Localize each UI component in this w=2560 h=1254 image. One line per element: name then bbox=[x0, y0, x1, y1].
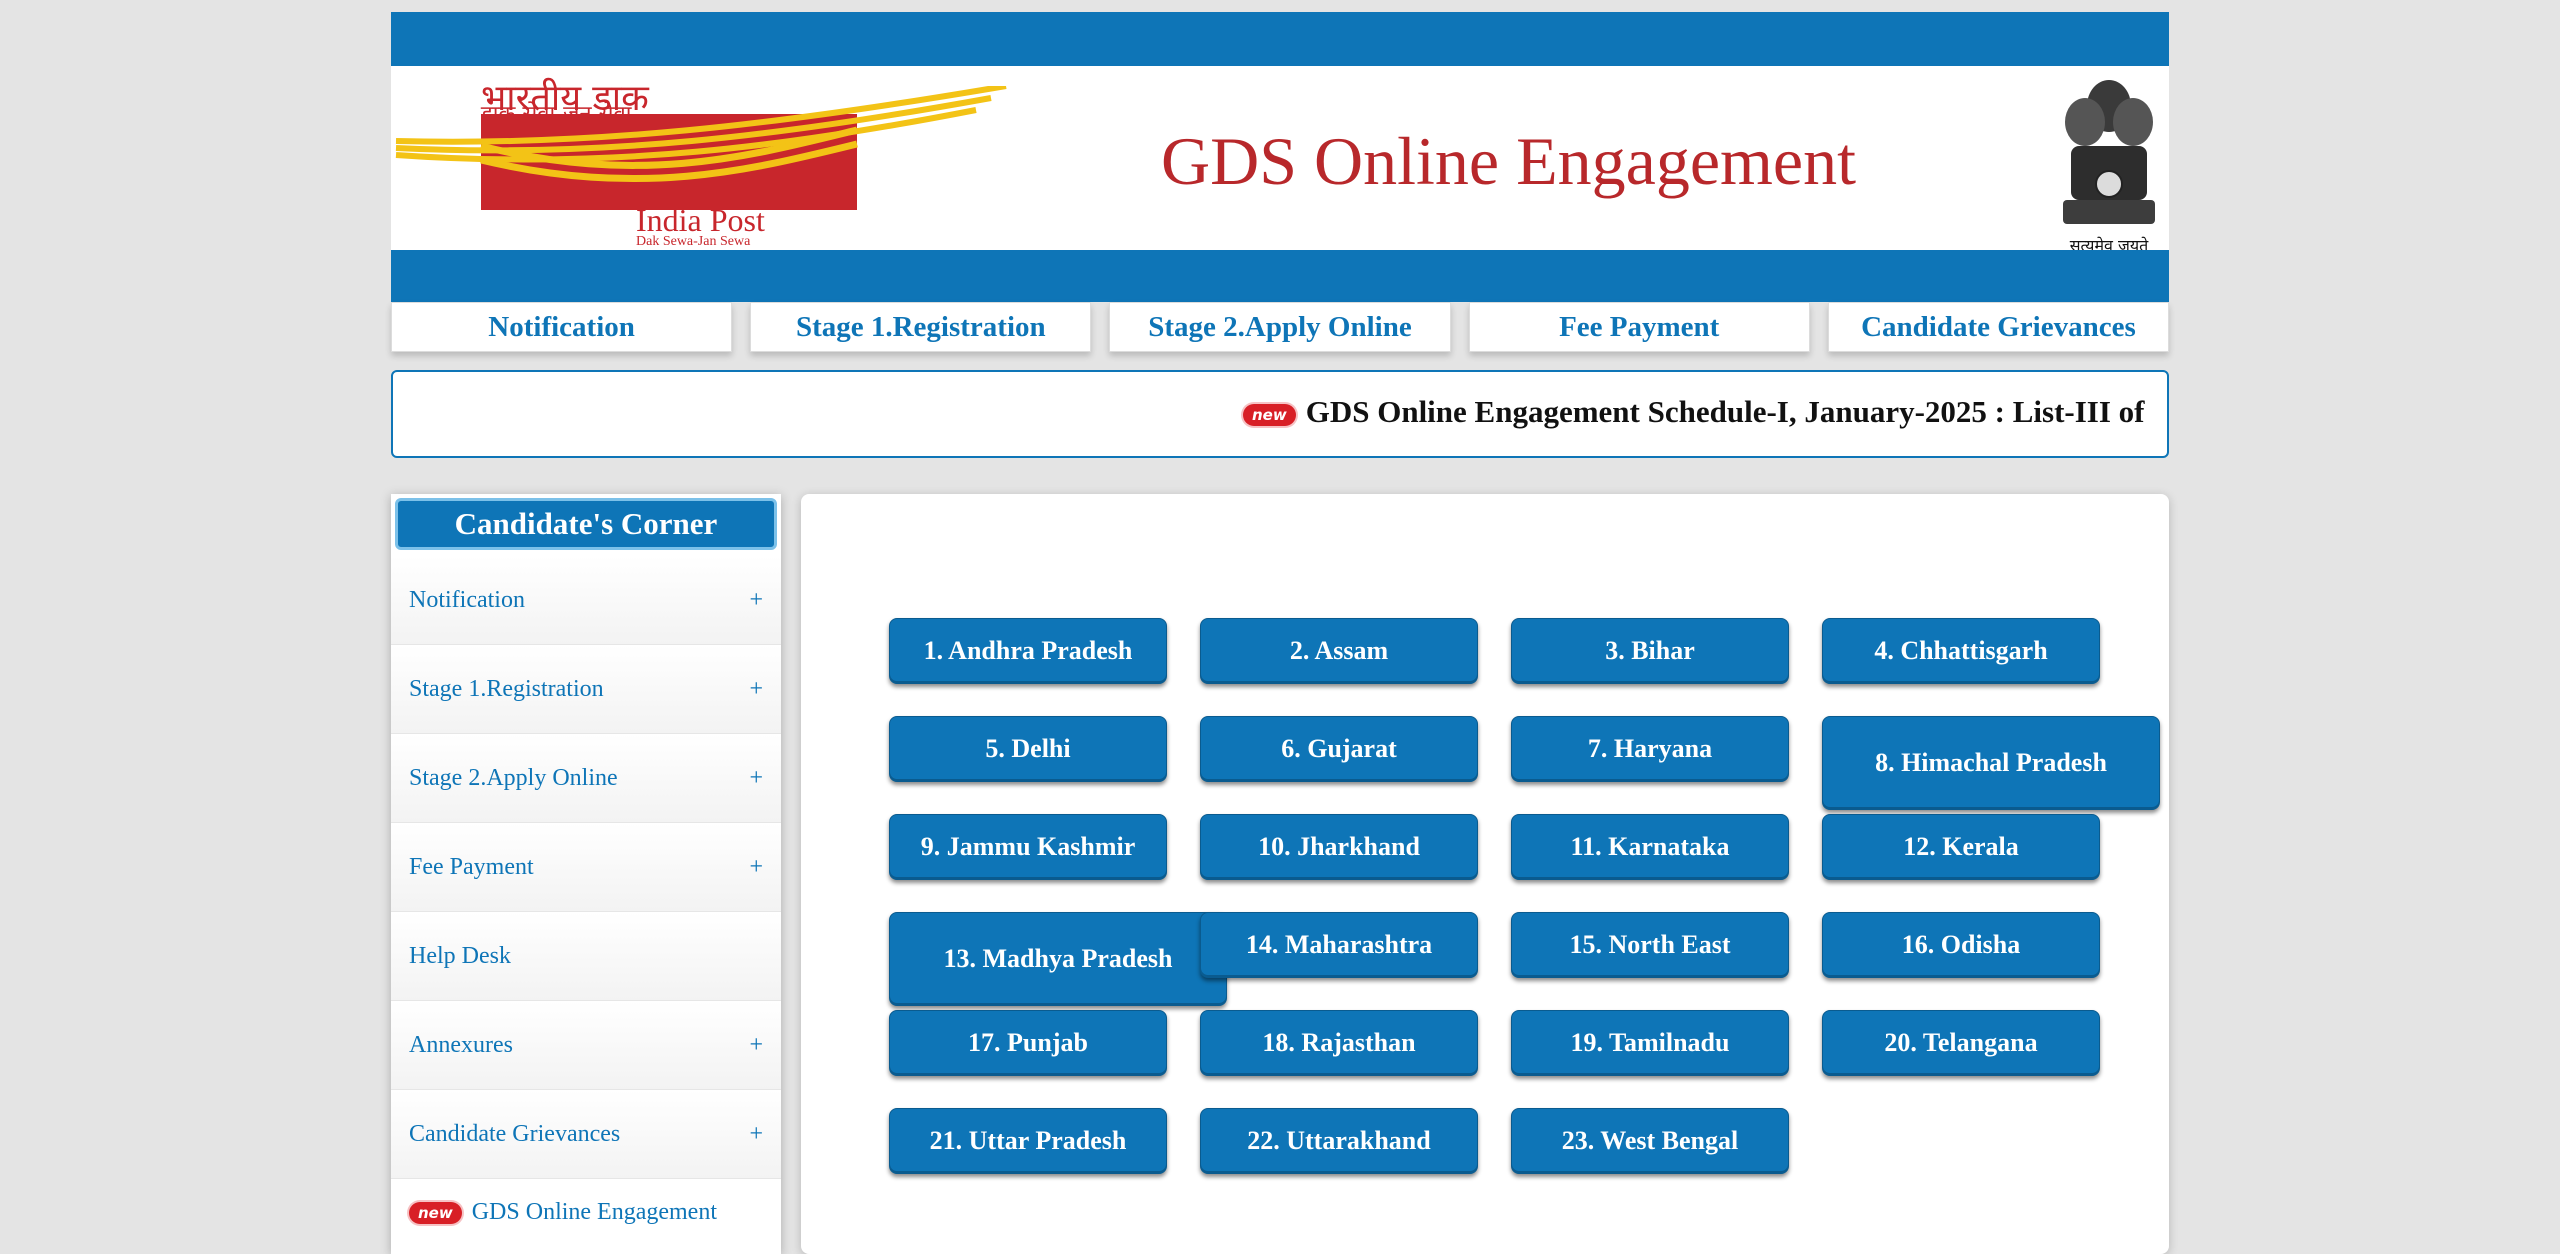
state-selection-panel: 1. Andhra Pradesh 2. Assam 3. Bihar 4. Chha… bbox=[801, 494, 2169, 1254]
sidebar-item-fee-payment[interactable]: Fee Payment + bbox=[391, 823, 781, 912]
sidebar-item-label: Fee Payment bbox=[409, 853, 534, 880]
sidebar-item-stage2-apply-online[interactable]: Stage 2.Apply Online + bbox=[391, 734, 781, 823]
state-button[interactable]: 15. North East bbox=[1511, 912, 1789, 978]
expand-plus-icon[interactable]: + bbox=[749, 587, 763, 614]
state-button[interactable]: 16. Odisha bbox=[1822, 912, 2100, 978]
header-bottom-bar bbox=[391, 250, 2169, 302]
ashoka-emblem-icon bbox=[2063, 80, 2155, 224]
sidebar-item-gds-online-engagement[interactable]: new GDS Online Engagement bbox=[391, 1179, 781, 1246]
sidebar-item-label: Candidate Grievances bbox=[409, 1120, 621, 1147]
sidebar-item-label: GDS Online Engagement bbox=[471, 1199, 718, 1225]
state-button[interactable]: 5. Delhi bbox=[889, 716, 1167, 782]
nav-stage1-registration[interactable]: Stage 1.Registration bbox=[750, 302, 1092, 352]
marquee-text[interactable]: GDS Online Engagement Schedule-I, Januar… bbox=[1306, 394, 2145, 429]
state-button[interactable]: 18. Rajasthan bbox=[1200, 1010, 1478, 1076]
state-button[interactable]: 1. Andhra Pradesh bbox=[889, 618, 1167, 684]
nav-fee-payment[interactable]: Fee Payment bbox=[1468, 302, 1810, 352]
logo-tagline: Dak Sewa-Jan Sewa bbox=[636, 234, 751, 249]
state-button[interactable]: 3. Bihar bbox=[1511, 618, 1789, 684]
state-button[interactable]: 20. Telangana bbox=[1822, 1010, 2100, 1076]
sidebar-item-notification[interactable]: Notification + bbox=[391, 556, 781, 645]
state-button[interactable]: 14. Maharashtra bbox=[1200, 912, 1478, 978]
top-navigation: Notification Stage 1.Registration Stage … bbox=[391, 302, 2170, 352]
state-button[interactable]: 8. Himachal Pradesh bbox=[1822, 716, 2160, 810]
nav-candidate-grievances[interactable]: Candidate Grievances bbox=[1827, 302, 2170, 352]
state-button[interactable]: 17. Punjab bbox=[889, 1010, 1167, 1076]
state-button[interactable]: 11. Karnataka bbox=[1511, 814, 1789, 880]
expand-plus-icon[interactable]: + bbox=[749, 1032, 763, 1059]
expand-plus-icon[interactable]: + bbox=[749, 676, 763, 703]
state-button[interactable]: 7. Haryana bbox=[1511, 716, 1789, 782]
state-button[interactable]: 13. Madhya Pradesh bbox=[889, 912, 1227, 1006]
new-badge-icon: new bbox=[1243, 403, 1296, 426]
sidebar-item-label: Stage 1.Registration bbox=[409, 675, 604, 702]
expand-plus-icon[interactable]: + bbox=[749, 1121, 763, 1148]
sidebar-item-candidate-grievances[interactable]: Candidate Grievances + bbox=[391, 1090, 781, 1179]
state-button[interactable]: 9. Jammu Kashmir bbox=[889, 814, 1167, 880]
state-button[interactable]: 21. Uttar Pradesh bbox=[889, 1108, 1167, 1174]
state-button[interactable]: 4. Chhattisgarh bbox=[1822, 618, 2100, 684]
sidebar-item-annexures[interactable]: Annexures + bbox=[391, 1001, 781, 1090]
page-title: GDS Online Engagement bbox=[1161, 123, 1856, 199]
state-button[interactable]: 22. Uttarakhand bbox=[1200, 1108, 1478, 1174]
state-button[interactable]: 19. Tamilnadu bbox=[1511, 1010, 1789, 1076]
expand-plus-icon[interactable]: + bbox=[749, 765, 763, 792]
candidates-corner-sidebar: Candidate's Corner Notification + Stage … bbox=[391, 494, 781, 1254]
header-top-bar bbox=[391, 12, 2169, 66]
sidebar-item-label: Notification bbox=[409, 586, 525, 613]
nav-notification[interactable]: Notification bbox=[391, 302, 733, 352]
sidebar-item-label: Stage 2.Apply Online bbox=[409, 764, 618, 791]
new-badge-icon: new bbox=[409, 1202, 462, 1225]
sidebar-title: Candidate's Corner bbox=[395, 498, 777, 550]
news-marquee: new GDS Online Engagement Schedule-I, Jan… bbox=[391, 370, 2169, 458]
state-button[interactable]: 2. Assam bbox=[1200, 618, 1478, 684]
sidebar-item-label: Annexures bbox=[409, 1031, 513, 1058]
site-header: भारतीय डाक डाक सेवा-जन सेवा India Post D… bbox=[391, 12, 2169, 302]
state-button[interactable]: 10. Jharkhand bbox=[1200, 814, 1478, 880]
state-button[interactable]: 6. Gujarat bbox=[1200, 716, 1478, 782]
expand-plus-icon[interactable]: + bbox=[749, 854, 763, 881]
sidebar-item-help-desk[interactable]: Help Desk bbox=[391, 912, 781, 1001]
state-button[interactable]: 12. Kerala bbox=[1822, 814, 2100, 880]
nav-stage2-apply-online[interactable]: Stage 2.Apply Online bbox=[1109, 302, 1451, 352]
marquee-content[interactable]: new GDS Online Engagement Schedule-I, Jan… bbox=[1243, 394, 2145, 430]
sidebar-item-label: Help Desk bbox=[409, 942, 511, 969]
page-container: भारतीय डाक डाक सेवा-जन सेवा India Post D… bbox=[391, 12, 2170, 1254]
india-post-logo: भारतीय डाक डाक सेवा-जन सेवा India Post D… bbox=[391, 66, 1011, 250]
sidebar-item-stage1-registration[interactable]: Stage 1.Registration + bbox=[391, 645, 781, 734]
national-emblem: सत्यमेव जयते bbox=[2053, 66, 2165, 255]
state-button[interactable]: 23. West Bengal bbox=[1511, 1108, 1789, 1174]
